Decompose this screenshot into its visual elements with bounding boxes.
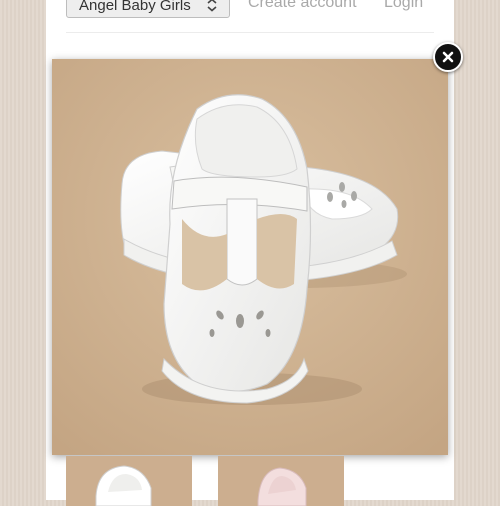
product-image-lightbox[interactable] (52, 59, 448, 455)
category-select-value: Angel Baby Girls (79, 0, 191, 14)
header-divider (66, 32, 434, 33)
close-button[interactable] (433, 42, 463, 72)
front-shoe (161, 94, 312, 404)
close-icon (442, 51, 454, 63)
category-select[interactable]: Angel Baby Girls (66, 0, 230, 18)
login-link[interactable]: Login (384, 0, 423, 12)
product-photo (52, 59, 448, 455)
create-account-link[interactable]: Create account (248, 0, 357, 12)
top-nav: Angel Baby Girls Create account Login (46, 0, 454, 34)
chevron-updown-icon (205, 0, 219, 13)
product-thumbnail-2[interactable] (218, 456, 344, 506)
product-thumbnail-1[interactable] (66, 456, 192, 506)
